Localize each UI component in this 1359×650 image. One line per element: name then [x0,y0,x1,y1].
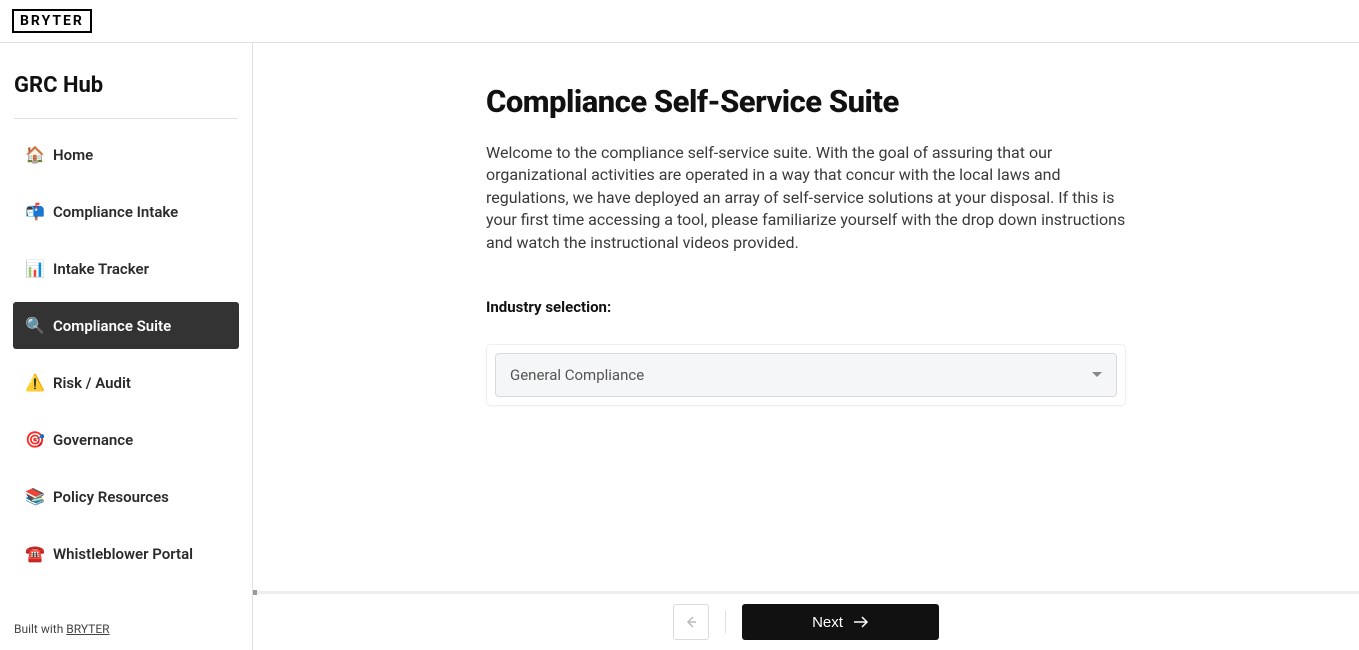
phone-icon: ☎️ [25,544,45,563]
sidebar-item-label: Risk / Audit [53,374,131,392]
sidebar-item-compliance-intake[interactable]: 📬 Compliance Intake [13,188,239,235]
main-content: Compliance Self-Service Suite Welcome to… [253,43,1359,593]
footer-prefix: Built with [14,622,66,636]
footer-brand-link[interactable]: BRYTER [66,622,109,636]
sidebar-footer: Built with BRYTER [0,610,252,650]
chevron-down-icon [1092,372,1102,377]
sidebar: GRC Hub 🏠 Home 📬 Compliance Intake 📊 Int… [0,43,253,650]
books-icon: 📚 [25,487,45,506]
industry-select-wrapper: General Compliance [486,344,1126,406]
sidebar-nav: 🏠 Home 📬 Compliance Intake 📊 Intake Trac… [0,131,252,577]
sidebar-item-label: Compliance Intake [53,203,178,221]
industry-select-value: General Compliance [510,366,644,384]
next-button[interactable]: Next [742,604,939,640]
sidebar-divider [14,118,238,119]
page-intro: Welcome to the compliance self-service s… [486,142,1126,254]
progress-bar [253,591,1359,594]
arrow-right-icon [853,616,869,628]
sidebar-item-label: Home [53,146,93,164]
content-inner: Compliance Self-Service Suite Welcome to… [486,83,1126,406]
magnifier-icon: 🔍 [25,316,45,335]
app-body: GRC Hub 🏠 Home 📬 Compliance Intake 📊 Int… [0,43,1359,650]
footer-bar: Next [253,593,1359,650]
sidebar-item-governance[interactable]: 🎯 Governance [13,416,239,463]
chart-icon: 📊 [25,259,45,278]
sidebar-item-label: Whistleblower Portal [53,545,193,563]
industry-selection-label: Industry selection: [486,298,1126,316]
warning-icon: ⚠️ [25,373,45,392]
home-icon: 🏠 [25,145,45,164]
sidebar-item-risk-audit[interactable]: ⚠️ Risk / Audit [13,359,239,406]
main: Compliance Self-Service Suite Welcome to… [253,43,1359,650]
arrow-left-icon [683,614,699,630]
brand-logo: BRYTER [12,9,92,33]
sidebar-item-whistleblower[interactable]: ☎️ Whistleblower Portal [13,530,239,577]
next-button-label: Next [812,614,843,631]
sidebar-item-compliance-suite[interactable]: 🔍 Compliance Suite [13,302,239,349]
sidebar-item-policy-resources[interactable]: 📚 Policy Resources [13,473,239,520]
button-separator [725,611,726,633]
target-icon: 🎯 [25,430,45,449]
sidebar-item-intake-tracker[interactable]: 📊 Intake Tracker [13,245,239,292]
sidebar-content: GRC Hub 🏠 Home 📬 Compliance Intake 📊 Int… [0,43,252,610]
sidebar-item-home[interactable]: 🏠 Home [13,131,239,178]
page-title: Compliance Self-Service Suite [486,83,1126,120]
sidebar-item-label: Policy Resources [53,488,169,506]
app-header: BRYTER [0,0,1359,43]
industry-select[interactable]: General Compliance [495,353,1117,397]
sidebar-item-label: Governance [53,431,133,449]
mailbox-icon: 📬 [25,202,45,221]
sidebar-item-label: Compliance Suite [53,317,171,335]
sidebar-item-label: Intake Tracker [53,260,149,278]
sidebar-title: GRC Hub [0,43,252,118]
back-button[interactable] [673,604,709,640]
